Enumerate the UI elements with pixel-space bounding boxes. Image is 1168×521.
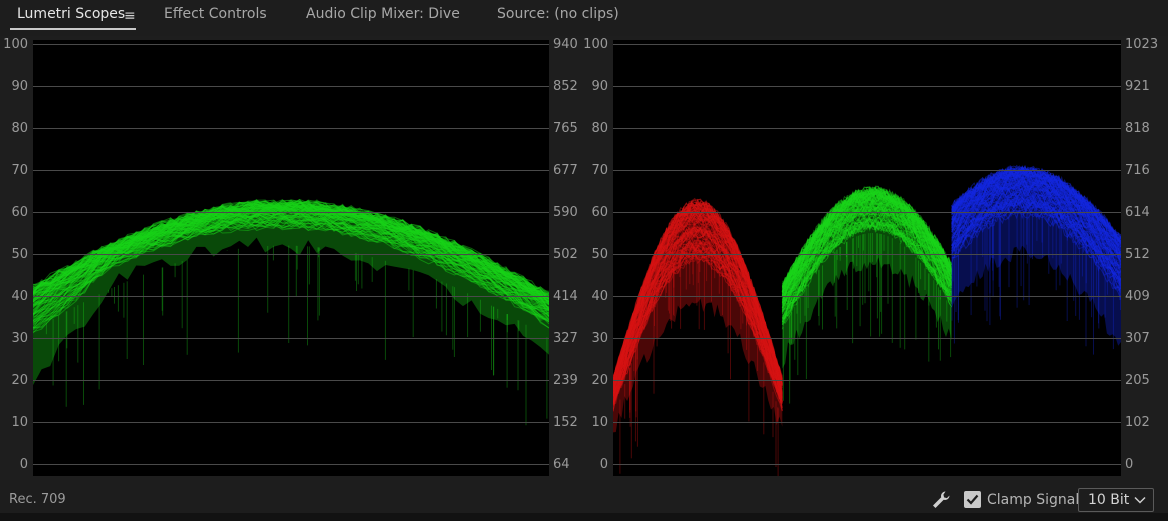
active-tab-indicator (10, 28, 136, 30)
scale-tick-label-left: 90 (11, 79, 28, 94)
waveform-trace (33, 198, 549, 426)
scale-tick-label-right: 818 (1125, 121, 1150, 136)
panel-bottom-edge (0, 513, 1168, 521)
scale-tick-label-right: 716 (1125, 163, 1150, 178)
scale-tick-label-right: 940 (553, 37, 578, 52)
scale-tick-label-right: 512 (1125, 247, 1150, 262)
graticule-line (613, 212, 1121, 213)
scale-tick-label-left: 90 (591, 79, 608, 94)
scale-tick-label-left: 100 (3, 37, 28, 52)
scale-tick-label-left: 40 (591, 289, 608, 304)
waveform-display[interactable] (33, 40, 549, 476)
scale-tick-label-right: 765 (553, 121, 578, 136)
scale-tick-label-left: 80 (591, 121, 608, 136)
graticule-line (613, 44, 1121, 45)
scale-tick-label-left: 30 (11, 331, 28, 346)
scale-tick-label-left: 100 (583, 37, 608, 52)
scale-tick-label-right: 590 (553, 205, 578, 220)
scale-tick-label-left: 30 (591, 331, 608, 346)
scale-tick-label-right: 0 (1125, 457, 1134, 472)
scale-tick-label-right: 64 (553, 457, 570, 472)
tab-effect-controls[interactable]: Effect Controls (164, 6, 267, 22)
chevron-down-icon (1134, 496, 1146, 504)
panel-tab-bar: Lumetri Scopes ≡ Effect Controls Audio C… (0, 0, 1168, 36)
scale-tick-label-left: 20 (591, 373, 608, 388)
scale-tick-label-right: 239 (553, 373, 578, 388)
graticule-line (33, 464, 549, 465)
scale-tick-label-left: 70 (11, 163, 28, 178)
clamp-signal-label: Clamp Signal (987, 492, 1080, 508)
graticule-line (33, 170, 549, 171)
tab-lumetri-scopes[interactable]: Lumetri Scopes (17, 6, 125, 22)
scale-tick-label-left: 60 (591, 205, 608, 220)
graticule-line (613, 422, 1121, 423)
graticule-line (33, 128, 549, 129)
graticule-line (33, 338, 549, 339)
graticule-line (613, 86, 1121, 87)
scale-tick-label-right: 102 (1125, 415, 1150, 430)
scale-tick-label-right: 205 (1125, 373, 1150, 388)
scale-tick-label-left: 20 (11, 373, 28, 388)
graticule-line (613, 464, 1121, 465)
clamp-signal-checkbox[interactable] (964, 491, 981, 508)
scale-tick-label-right: 409 (1125, 289, 1150, 304)
scale-tick-label-right: 614 (1125, 205, 1150, 220)
graticule-line (613, 380, 1121, 381)
graticule-line (33, 296, 549, 297)
checkmark-icon (966, 494, 979, 505)
tab-audio-clip-mixer[interactable]: Audio Clip Mixer: Dive (306, 6, 460, 22)
scale-tick-label-left: 70 (591, 163, 608, 178)
rgb-parade-trace (613, 164, 1121, 476)
rgb-parade-display[interactable] (613, 40, 1121, 476)
scale-tick-label-left: 50 (11, 247, 28, 262)
panel-menu-icon[interactable]: ≡ (124, 8, 136, 24)
scale-tick-label-right: 1023 (1125, 37, 1159, 52)
color-space-label: Rec. 709 (9, 492, 66, 507)
scale-tick-label-right: 502 (553, 247, 578, 262)
scale-tick-label-right: 152 (553, 415, 578, 430)
graticule-line (613, 296, 1121, 297)
scale-tick-label-left: 60 (11, 205, 28, 220)
scale-tick-label-left: 10 (591, 415, 608, 430)
graticule-line (33, 86, 549, 87)
wrench-icon[interactable] (930, 489, 952, 511)
graticule-line (33, 212, 549, 213)
scale-tick-label-left: 50 (591, 247, 608, 262)
graticule-line (33, 422, 549, 423)
scale-tick-label-right: 677 (553, 163, 578, 178)
scale-tick-label-right: 921 (1125, 79, 1150, 94)
graticule-line (33, 254, 549, 255)
scale-tick-label-right: 852 (553, 79, 578, 94)
scale-tick-label-right: 307 (1125, 331, 1150, 346)
scale-tick-label-left: 0 (599, 457, 608, 472)
tab-source[interactable]: Source: (no clips) (497, 6, 619, 22)
bit-depth-dropdown[interactable]: 10 Bit (1078, 488, 1154, 512)
graticule-line (33, 380, 549, 381)
graticule-line (613, 254, 1121, 255)
waveform-panel: 100 90 80 70 60 50 40 30 20 10 0 940 852 765 677 590 50… (0, 36, 584, 480)
scale-tick-label-right: 327 (553, 331, 578, 346)
graticule-line (613, 338, 1121, 339)
scale-tick-label-left: 40 (11, 289, 28, 304)
graticule-line (613, 170, 1121, 171)
scale-tick-label-left: 10 (11, 415, 28, 430)
scale-tick-label-left: 0 (19, 457, 28, 472)
bit-depth-value: 10 Bit (1088, 492, 1130, 508)
graticule-line (613, 128, 1121, 129)
rgb-parade-panel: 100 90 80 70 60 50 40 30 20 10 0 1023 921 818 716 614 5… (583, 36, 1168, 480)
scale-tick-label-right: 414 (553, 289, 578, 304)
graticule-line (33, 44, 549, 45)
scale-tick-label-left: 80 (11, 121, 28, 136)
